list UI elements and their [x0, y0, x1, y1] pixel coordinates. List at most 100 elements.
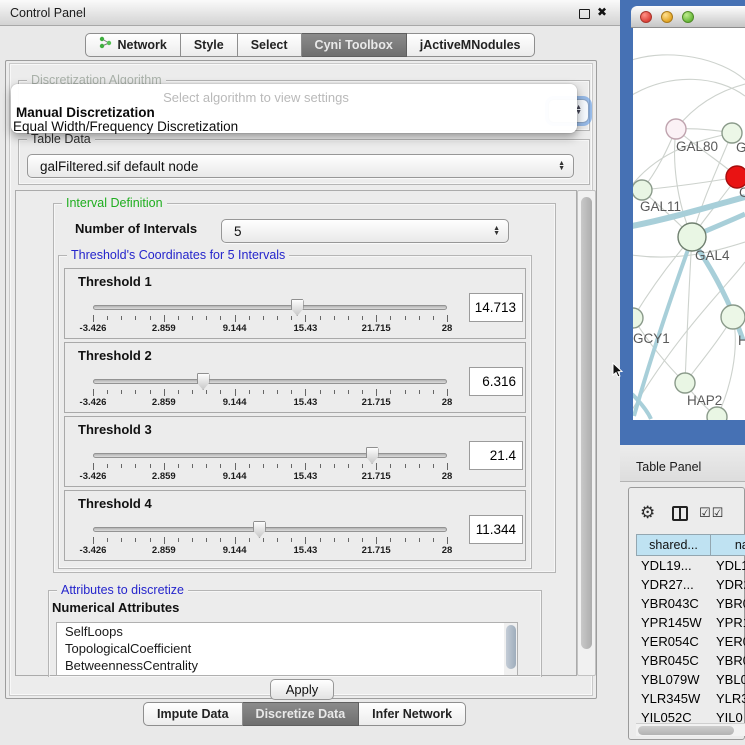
threshold-3-slider[interactable] [93, 453, 447, 458]
table-row[interactable]: YBR043CYBR0 [636, 594, 745, 613]
horizontal-scrollbar[interactable] [636, 723, 745, 736]
number-of-intervals-combobox[interactable]: 5 ▲▼ [221, 219, 509, 243]
cell-name[interactable]: YBL0 [711, 670, 745, 689]
numerical-attributes-list[interactable]: SelfLoopsTopologicalCoefficientBetweenne… [56, 622, 518, 676]
table-data-combobox[interactable]: galFiltered.sif default node ▲▼ [27, 154, 574, 178]
close-icon[interactable]: ✖ [597, 5, 607, 19]
network-node[interactable] [707, 407, 727, 420]
table-row[interactable]: YBR045CYBR0 [636, 651, 745, 670]
network-node[interactable] [633, 308, 643, 328]
network-node[interactable] [721, 305, 745, 329]
cell-shared-name[interactable]: YDL19... [636, 556, 711, 575]
cell-name[interactable]: YBR0 [711, 594, 745, 613]
tick-mark [348, 316, 349, 320]
table-row[interactable]: YLR345WYLR3 [636, 689, 745, 708]
vertical-scrollbar[interactable] [577, 190, 596, 676]
threshold-4-slider[interactable] [93, 527, 447, 532]
tick-mark [192, 316, 193, 320]
slider-thumb[interactable] [253, 521, 266, 538]
list-item[interactable]: BetweennessCentrality [57, 657, 517, 674]
list-item[interactable]: SelfLoops [57, 623, 517, 640]
list-item[interactable]: TopologicalCoefficient [57, 640, 517, 657]
number-of-intervals-label: Number of Intervals [75, 221, 197, 236]
tab-impute-data[interactable]: Impute Data [143, 702, 243, 726]
tick-mark [291, 316, 292, 320]
tick-label: 21.715 [362, 323, 391, 334]
menu-item-manual-discretization[interactable]: Manual Discretization [16, 105, 155, 120]
tick-mark [376, 389, 377, 396]
checkboxes-icon[interactable]: ☑☑ [699, 505, 724, 521]
threshold-1-value-field[interactable]: 14.713 [469, 293, 523, 322]
tab-style[interactable]: Style [181, 33, 238, 57]
slider-tick-labels: -3.4262.8599.14415.4321.71528 [93, 323, 447, 334]
zoom-traffic-light[interactable] [682, 11, 694, 23]
tab-cyni-toolbox[interactable]: Cyni Toolbox [302, 33, 407, 57]
cell-shared-name[interactable]: YER054C [636, 632, 711, 651]
slider-thumb[interactable] [197, 373, 210, 390]
scrollbar-thumb[interactable] [638, 726, 734, 735]
tick-label: 2.859 [152, 471, 176, 482]
threshold-1-slider[interactable] [93, 305, 447, 310]
apply-button[interactable]: Apply [270, 679, 334, 700]
list-scrollbar[interactable] [504, 623, 517, 675]
network-node[interactable] [675, 373, 695, 393]
table-row[interactable]: YDL19...YDL1 [636, 556, 745, 575]
cell-name[interactable]: YPR1 [711, 613, 745, 632]
tab-select[interactable]: Select [238, 33, 302, 57]
gear-icon[interactable]: ⚙ [640, 503, 655, 523]
table-row[interactable]: YBL079WYBL0 [636, 670, 745, 689]
cell-name[interactable]: YLR3 [711, 689, 745, 708]
network-node[interactable] [633, 180, 652, 200]
tab-discretize-data[interactable]: Discretize Data [243, 702, 360, 726]
table-header-row: shared... name [636, 534, 745, 556]
scrollbar-thumb[interactable] [581, 197, 592, 649]
close-traffic-light[interactable] [640, 11, 652, 23]
tab-infer-network[interactable]: Infer Network [359, 702, 466, 726]
cell-shared-name[interactable]: YPR145W [636, 613, 711, 632]
cell-shared-name[interactable]: YLR345W [636, 689, 711, 708]
network-node[interactable] [666, 119, 686, 139]
network-canvas[interactable]: GAL80G.CGAL11GAL4GCY1HHAP2 [633, 28, 745, 420]
menu-item-equal-width-frequency[interactable]: Equal Width/Frequency Discretization [13, 119, 238, 134]
tab-impute-label: Impute Data [157, 703, 229, 725]
table-row[interactable]: YPR145WYPR1 [636, 613, 745, 632]
cell-name[interactable]: YBR0 [711, 651, 745, 670]
column-header-shared-name[interactable]: shared... [636, 534, 711, 556]
tick-mark [178, 316, 179, 320]
threshold-3-panel: Threshold 3 -3.4262.8599.14415.4321.7152… [64, 416, 526, 487]
tick-mark [419, 316, 420, 320]
table-row[interactable]: YER054CYER0 [636, 632, 745, 651]
table-panel-title: Table Panel [636, 460, 701, 474]
table-row[interactable]: YDR27...YDR2 [636, 575, 745, 594]
attributes-group-title: Attributes to discretize [57, 583, 188, 597]
cell-shared-name[interactable]: YBL079W [636, 670, 711, 689]
threshold-3-value-field[interactable]: 21.4 [469, 441, 523, 470]
tab-select-label: Select [251, 34, 288, 56]
tab-network[interactable]: Network [85, 33, 180, 57]
scrollbar-thumb[interactable] [506, 625, 516, 669]
cell-name[interactable]: YDR2 [711, 575, 745, 594]
tick-mark [334, 464, 335, 468]
tab-jactivemnodules[interactable]: jActiveMNodules [407, 33, 535, 57]
minimize-traffic-light[interactable] [661, 11, 673, 23]
tick-label: 2.859 [152, 323, 176, 334]
cell-name[interactable]: YDL1 [711, 556, 745, 575]
cell-name[interactable]: YER0 [711, 632, 745, 651]
tick-mark [334, 538, 335, 542]
threshold-2-value-field[interactable]: 6.316 [469, 367, 523, 396]
columns-icon[interactable] [672, 506, 688, 521]
network-node[interactable] [678, 223, 706, 251]
tick-label: 21.715 [362, 471, 391, 482]
node-label: HAP2 [687, 393, 722, 408]
threshold-2-slider[interactable] [93, 379, 447, 384]
slider-thumb[interactable] [291, 299, 304, 316]
cell-shared-name[interactable]: YBR045C [636, 651, 711, 670]
cell-shared-name[interactable]: YDR27... [636, 575, 711, 594]
column-header-name[interactable]: name [711, 534, 745, 556]
threshold-4-value-field[interactable]: 11.344 [469, 515, 523, 544]
slider-thumb[interactable] [366, 447, 379, 464]
cell-shared-name[interactable]: YBR043C [636, 594, 711, 613]
float-window-icon[interactable] [579, 9, 590, 19]
tick-mark [348, 538, 349, 542]
threshold-1-panel: Threshold 1 -3.4262.8599.14415.4321.7152… [64, 268, 526, 339]
